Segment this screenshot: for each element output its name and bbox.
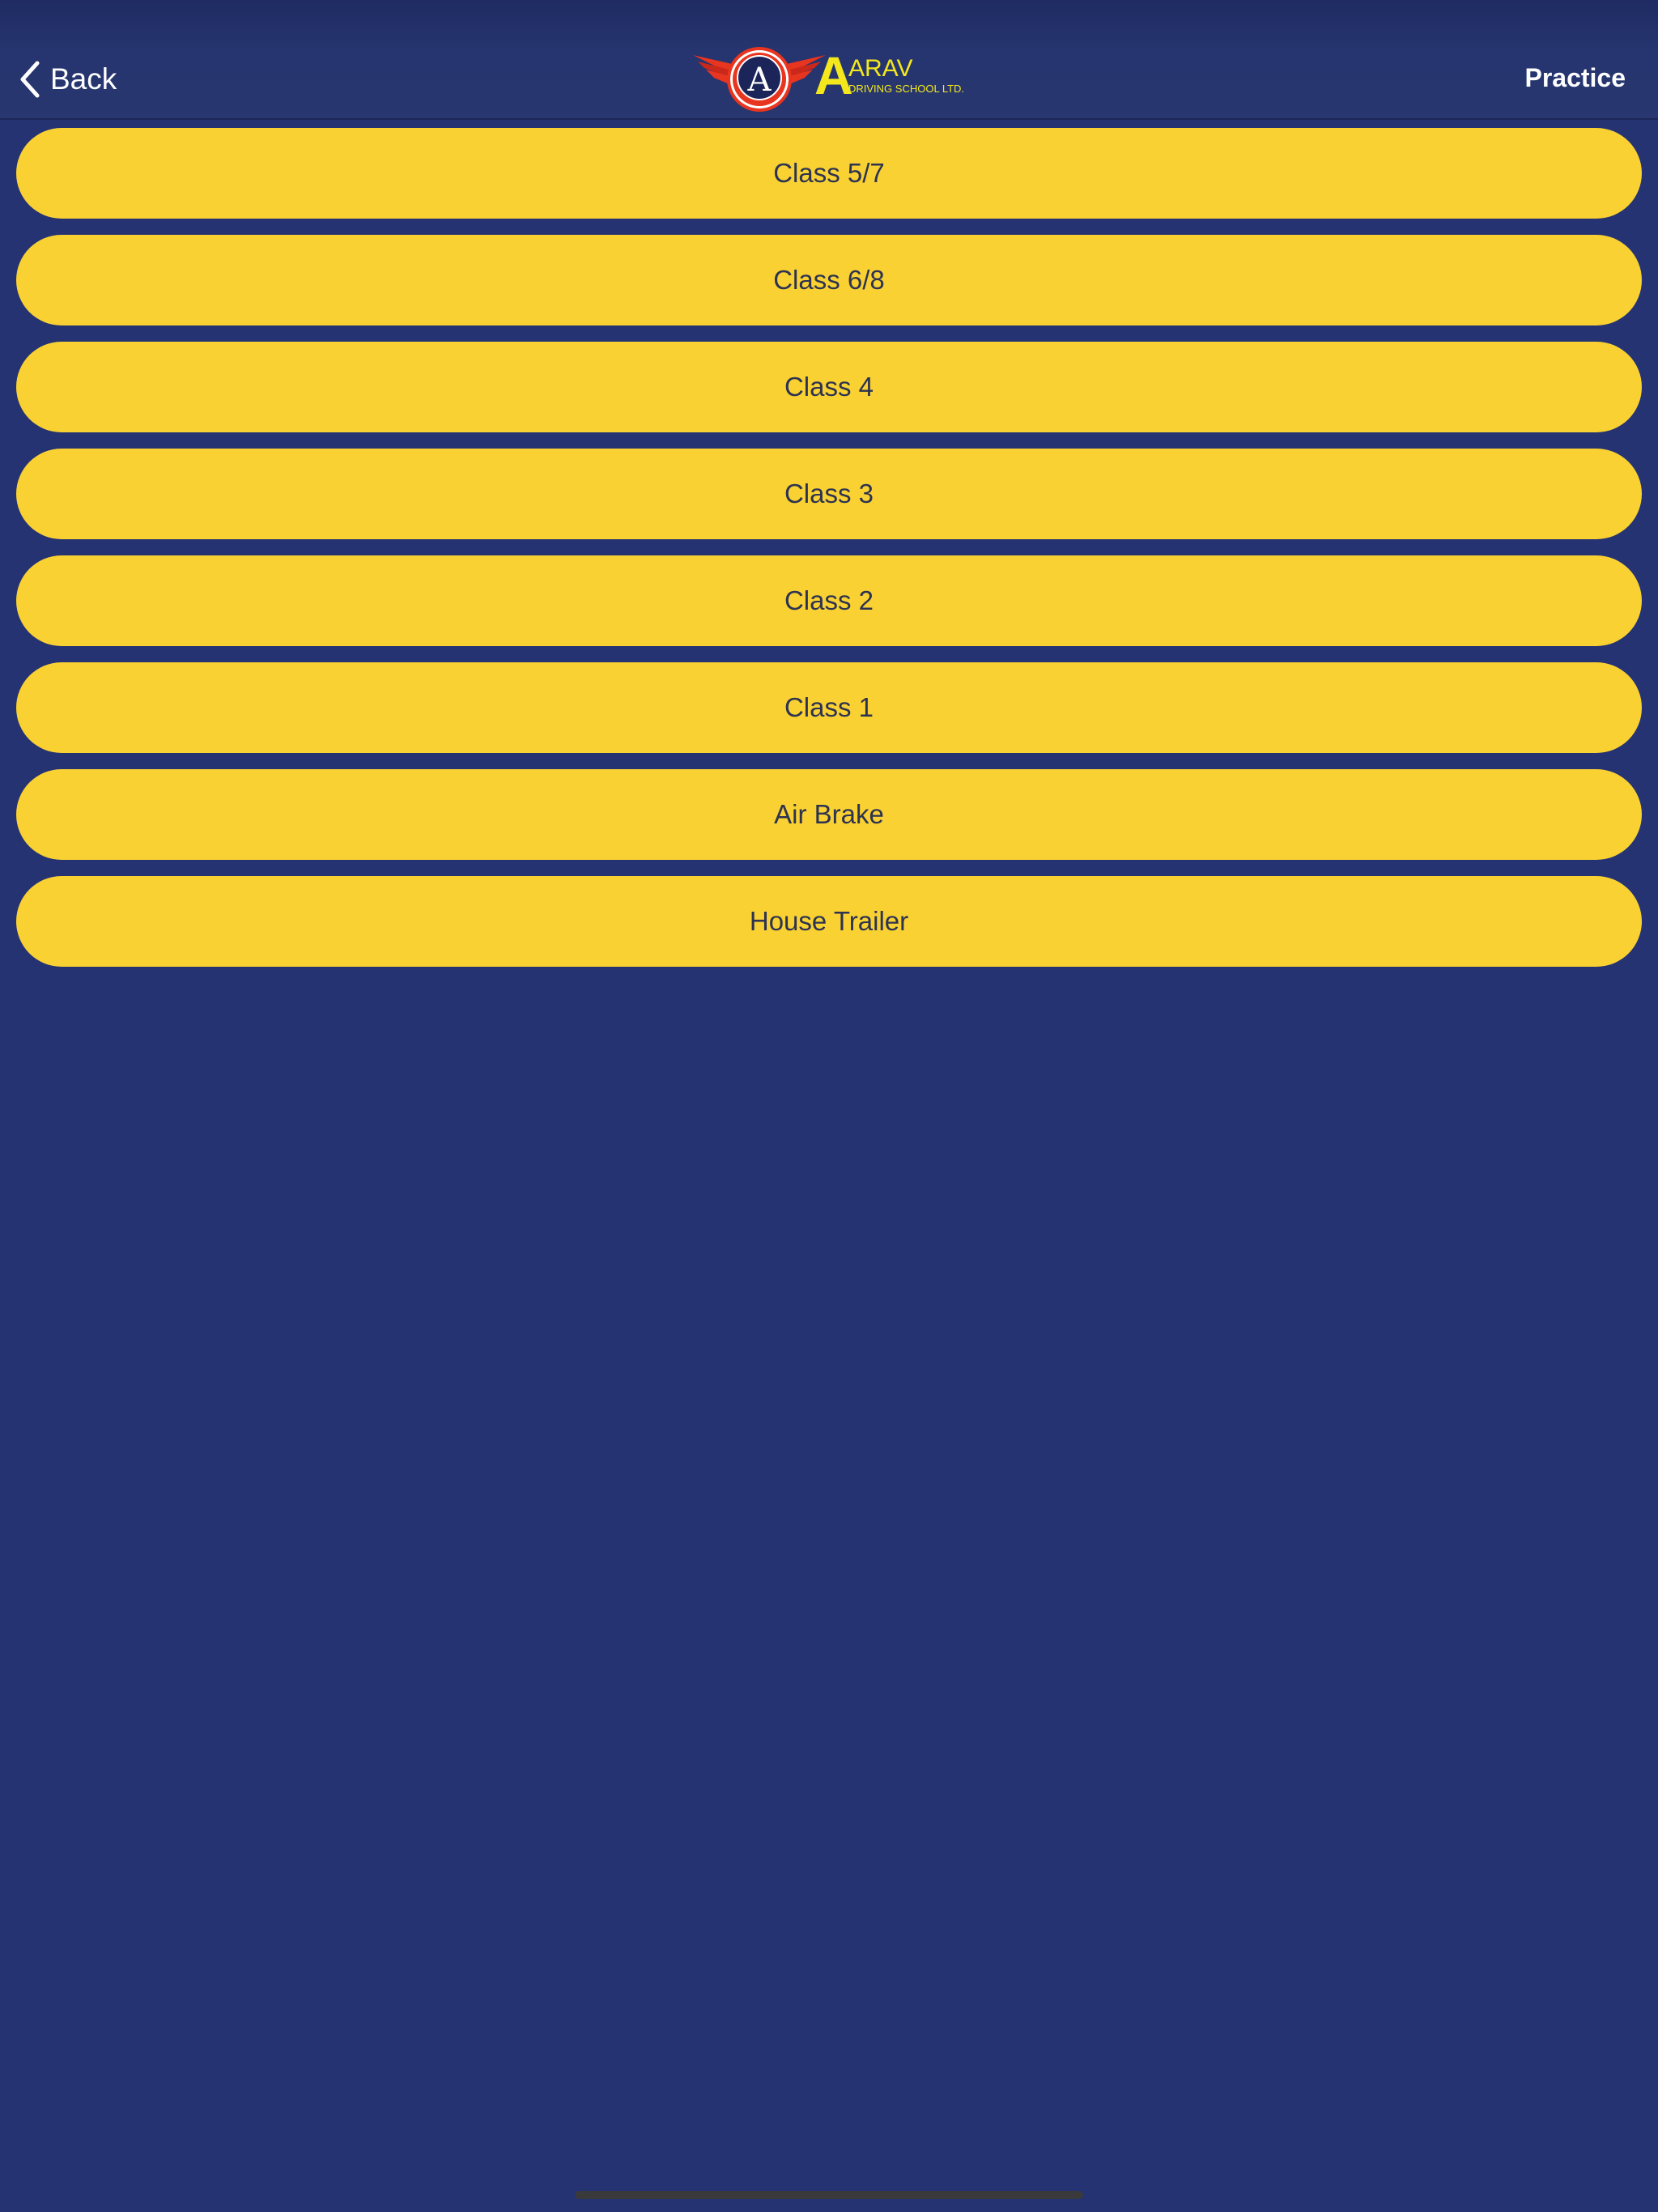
navigation-bar: Back A A ARAV DRIVING SCHOOL LTD. Practi… xyxy=(0,0,1658,120)
button-label: Class 5/7 xyxy=(773,158,885,188)
button-label: Class 1 xyxy=(784,692,874,722)
button-label: House Trailer xyxy=(749,906,909,936)
logo-brand: ARAV xyxy=(848,55,912,82)
logo-emblem-letter: A xyxy=(747,62,772,99)
aarav-driving-school-logo: A A ARAV DRIVING SCHOOL LTD. xyxy=(693,45,964,112)
button-label: Class 4 xyxy=(784,372,874,402)
back-label: Back xyxy=(50,62,117,96)
class-list: Class 5/7 Class 6/8 Class 4 Class 3 Clas… xyxy=(16,128,1642,983)
button-label: Class 6/8 xyxy=(773,265,885,295)
logo-tagline: DRIVING SCHOOL LTD. xyxy=(848,83,964,95)
air-brake-button[interactable]: Air Brake xyxy=(16,769,1642,860)
logo-big-letter: A xyxy=(814,45,853,105)
class-4-button[interactable]: Class 4 xyxy=(16,342,1642,432)
class-5-7-button[interactable]: Class 5/7 xyxy=(16,128,1642,219)
class-2-button[interactable]: Class 2 xyxy=(16,555,1642,646)
class-3-button[interactable]: Class 3 xyxy=(16,449,1642,539)
back-button[interactable]: Back xyxy=(18,57,117,102)
button-label: Class 2 xyxy=(784,585,874,615)
button-label: Air Brake xyxy=(774,799,884,829)
house-trailer-button[interactable]: House Trailer xyxy=(16,876,1642,967)
class-6-8-button[interactable]: Class 6/8 xyxy=(16,235,1642,325)
chevron-left-icon xyxy=(20,61,40,98)
class-1-button[interactable]: Class 1 xyxy=(16,662,1642,753)
home-indicator[interactable] xyxy=(575,2191,1083,2199)
page-title: Practice xyxy=(1524,63,1626,92)
app-screen: Back A A ARAV DRIVING SCHOOL LTD. Practi… xyxy=(0,0,1658,2212)
button-label: Class 3 xyxy=(784,479,874,508)
